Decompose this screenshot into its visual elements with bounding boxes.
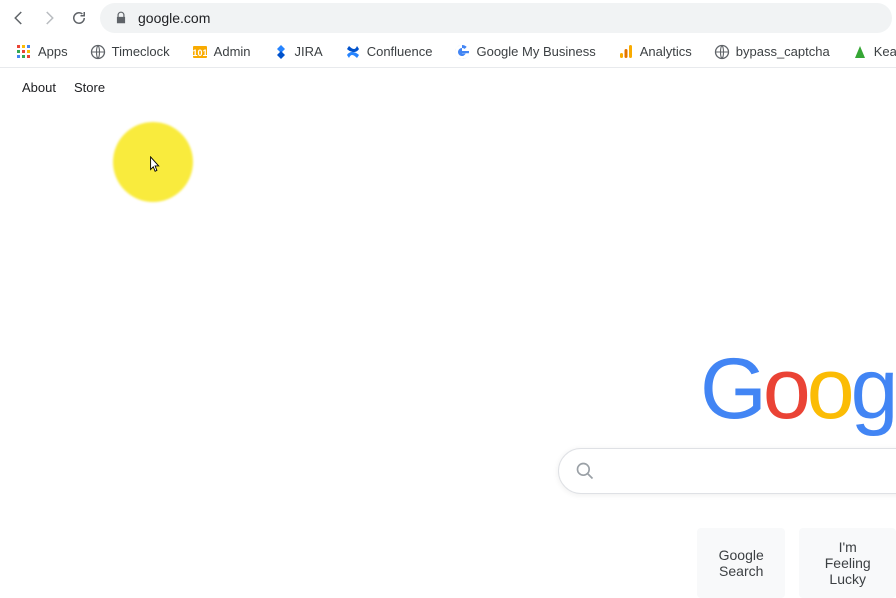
analytics-icon [618,44,634,60]
bookmark-keap[interactable]: Keap [844,40,896,64]
google-g-icon [454,44,470,60]
page-content: About Store Goog Google Search I'm Feeli… [0,68,896,560]
search-buttons-row: Google Search I'm Feeling Lucky [697,528,896,598]
arrow-left-icon [10,9,28,27]
bookmark-apps[interactable]: Apps [8,40,76,64]
lock-icon [114,11,128,25]
confluence-icon [345,44,361,60]
bookmark-label: Keap [874,44,896,59]
bookmark-timeclock[interactable]: Timeclock [82,40,178,64]
arrow-right-icon [40,9,58,27]
bookmark-label: JIRA [295,44,323,59]
browser-nav-bar: google.com [0,0,896,36]
search-input[interactable] [558,448,896,494]
bookmark-jira[interactable]: JIRA [265,40,331,64]
bookmark-label: Apps [38,44,68,59]
globe-icon [90,44,106,60]
bookmark-label: Timeclock [112,44,170,59]
bookmarks-bar: Apps Timeclock 101 Admin JIRA Confluence… [0,36,896,68]
cursor-icon [149,156,163,174]
bookmark-bypass-captcha[interactable]: bypass_captcha [706,40,838,64]
back-button[interactable] [4,3,34,33]
address-bar[interactable]: google.com [100,3,892,33]
forward-button[interactable] [34,3,64,33]
bookmark-label: Google My Business [476,44,595,59]
reload-icon [70,9,88,27]
bookmark-admin[interactable]: 101 Admin [184,40,259,64]
address-bar-url: google.com [138,10,210,26]
bookmark-label: bypass_captcha [736,44,830,59]
reload-button[interactable] [64,3,94,33]
bookmark-label: Analytics [640,44,692,59]
keap-icon [852,44,868,60]
apps-grid-icon [16,44,32,60]
svg-text:101: 101 [192,48,207,58]
google-logo: Goog [700,340,894,439]
search-icon [575,461,595,481]
bookmark-label: Admin [214,44,251,59]
bookmark-analytics[interactable]: Analytics [610,40,700,64]
header-links: About Store [22,80,105,95]
google-search-button[interactable]: Google Search [697,528,785,598]
feeling-lucky-button[interactable]: I'm Feeling Lucky [799,528,896,598]
globe-icon [714,44,730,60]
jira-icon [273,44,289,60]
store-link[interactable]: Store [74,80,105,95]
bookmark-gmb[interactable]: Google My Business [446,40,603,64]
bookmark-label: Confluence [367,44,433,59]
bookmark-confluence[interactable]: Confluence [337,40,441,64]
admin-icon: 101 [192,44,208,60]
about-link[interactable]: About [22,80,56,95]
